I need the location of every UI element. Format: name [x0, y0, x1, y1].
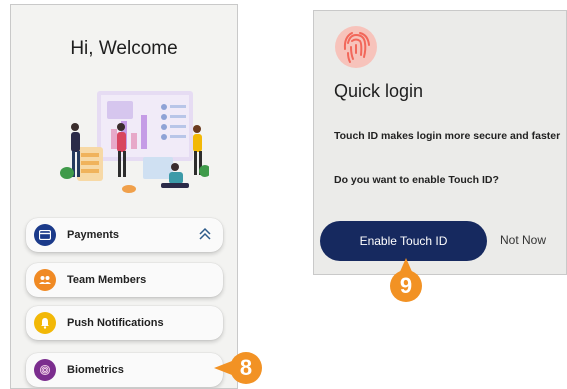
menu-item-payments[interactable]: Payments	[26, 218, 223, 252]
bell-icon	[34, 312, 56, 334]
team-icon	[34, 269, 56, 291]
enable-touch-id-question: Do you want to enable Touch ID?	[334, 174, 499, 186]
quick-login-screen: Quick login Touch ID makes login more se…	[313, 10, 567, 275]
menu-item-biometrics[interactable]: Biometrics	[26, 353, 223, 387]
home-screen: Hi, Welcome Payments Team Members Push N…	[10, 4, 238, 389]
not-now-button[interactable]: Not Now	[500, 233, 546, 247]
card-icon	[34, 224, 56, 246]
menu-item-team-members[interactable]: Team Members	[26, 263, 223, 297]
welcome-title: Hi, Welcome	[70, 38, 178, 59]
menu-item-push-notifications[interactable]: Push Notifications	[26, 306, 223, 340]
menu-item-label: Push Notifications	[67, 317, 164, 329]
step-callout-9: 9	[390, 270, 422, 302]
step-callout-8: 8	[230, 352, 262, 384]
quick-login-title: Quick login	[334, 81, 424, 101]
chevron-up-icon[interactable]	[197, 226, 213, 242]
menu-item-label: Biometrics	[67, 364, 124, 376]
team-illustration	[60, 91, 209, 193]
enable-touch-id-button[interactable]: Enable Touch ID	[320, 221, 487, 261]
quick-login-description: Touch ID makes login more secure and fas…	[334, 130, 561, 142]
menu-item-label: Team Members	[67, 274, 147, 286]
menu-item-label: Payments	[67, 229, 119, 241]
fingerprint-icon	[335, 26, 377, 68]
fingerprint-icon	[34, 359, 56, 381]
